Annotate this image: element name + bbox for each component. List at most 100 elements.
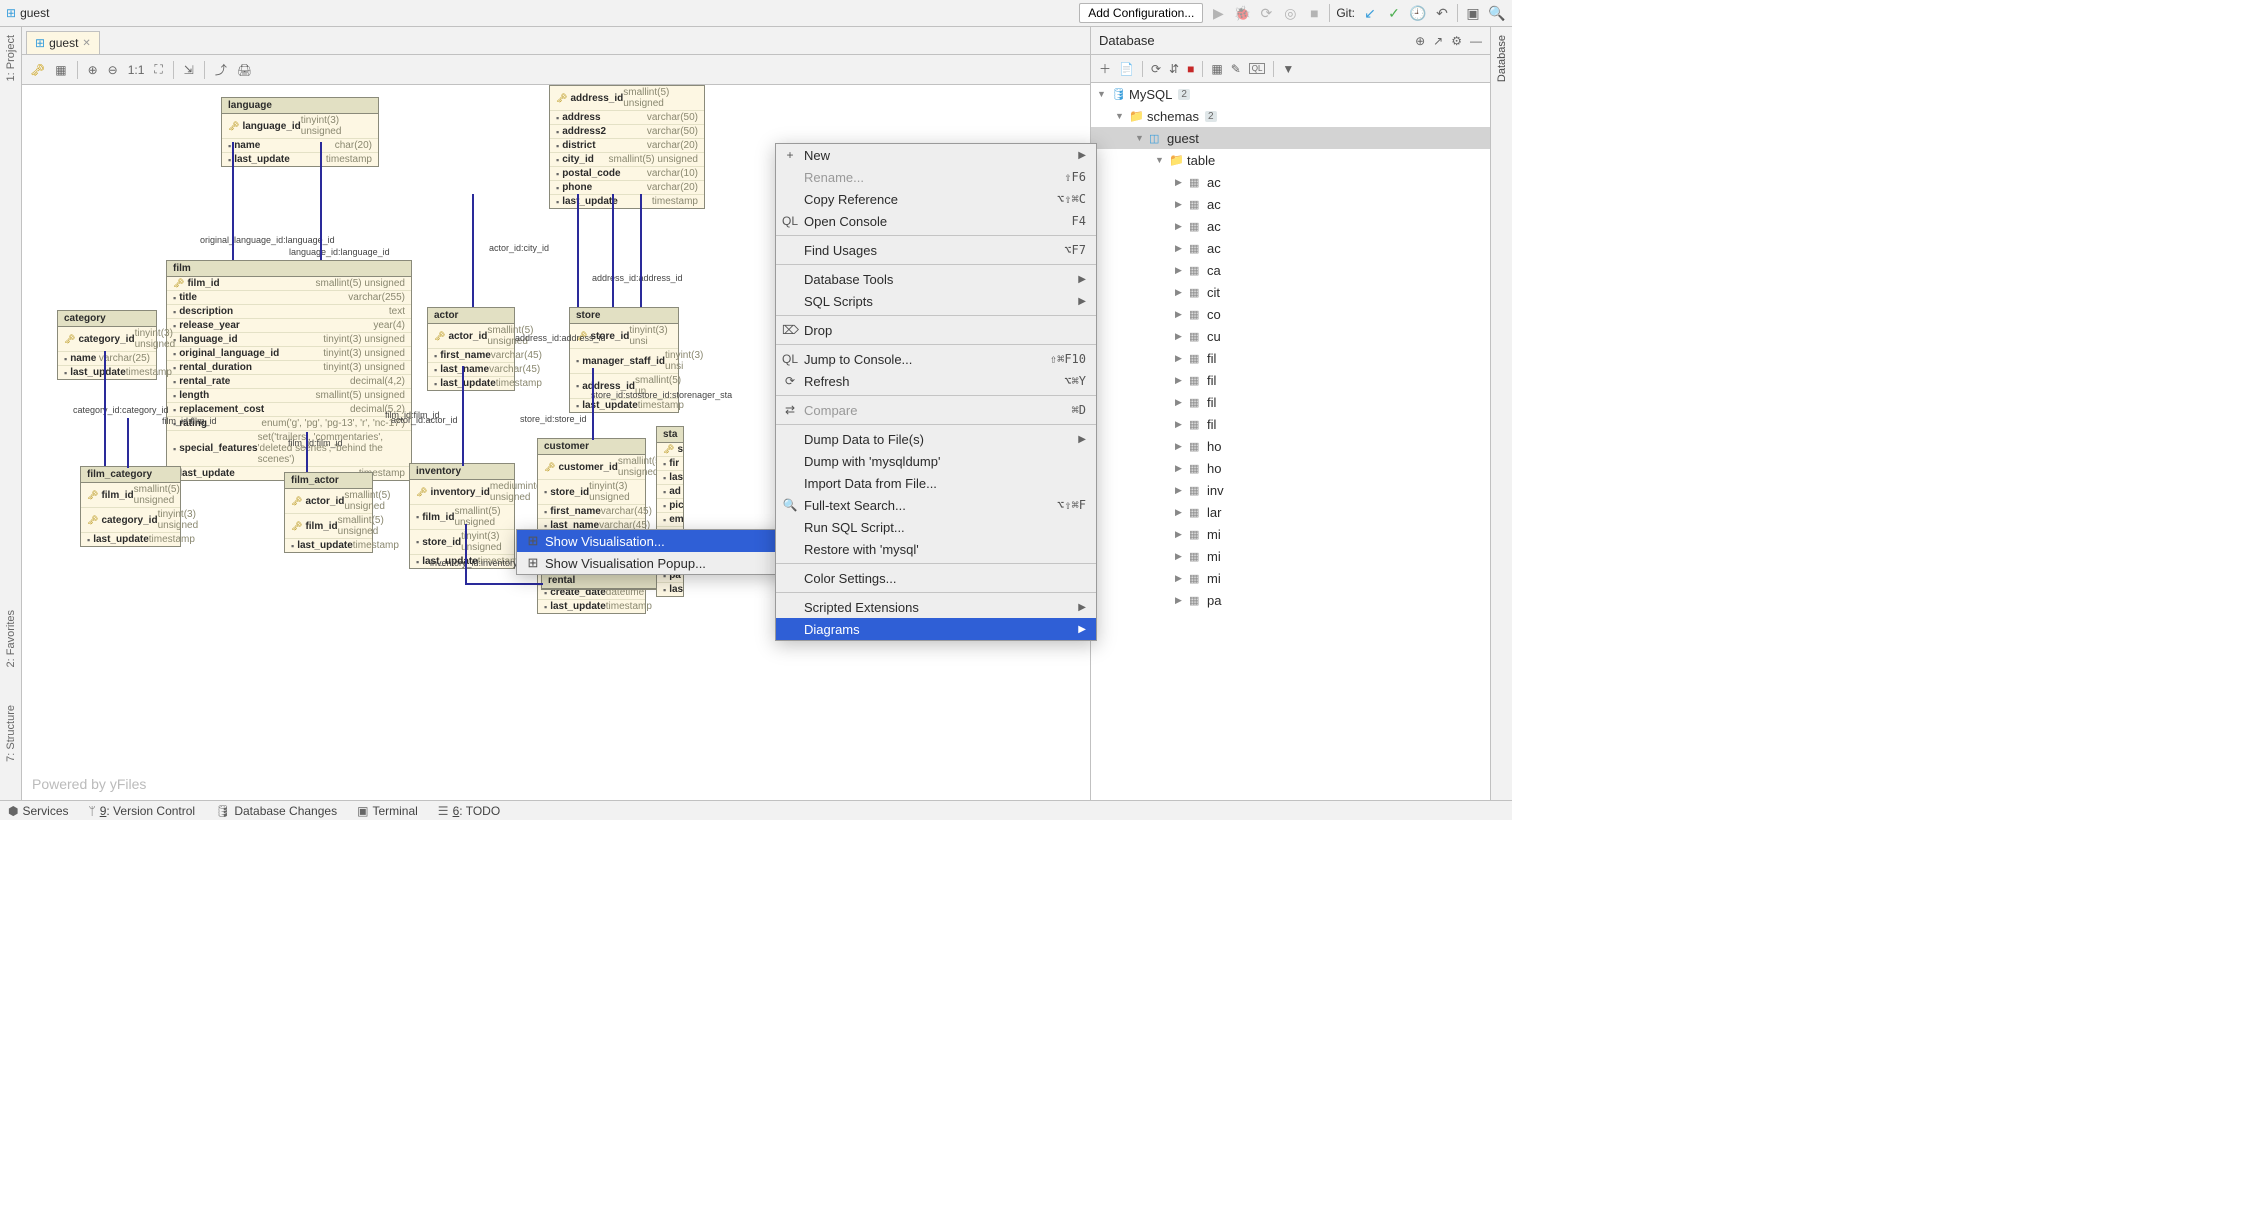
git-history-icon[interactable]: 🕘	[1409, 4, 1427, 22]
chevron-right-icon[interactable]	[1175, 221, 1185, 232]
tree-mysql[interactable]: 🛢 MySQL 2	[1091, 83, 1490, 105]
menu-item[interactable]: Scripted Extensions▶	[776, 596, 1096, 618]
chevron-right-icon[interactable]	[1175, 397, 1185, 408]
filter-icon[interactable]: ▼	[1282, 62, 1294, 76]
menu-item[interactable]: QLOpen ConsoleF4	[776, 210, 1096, 232]
erd-table-category[interactable]: category 🗝category_idtinyint(3) unsigned…	[57, 310, 157, 380]
tree-tables[interactable]: 📁 table	[1091, 149, 1490, 171]
tree-table-item[interactable]: ▦fil	[1091, 369, 1490, 391]
tree-table-item[interactable]: ▦ac	[1091, 237, 1490, 259]
chevron-down-icon[interactable]	[1115, 111, 1125, 121]
tree-table-item[interactable]: ▦ac	[1091, 215, 1490, 237]
menu-item[interactable]: Color Settings...	[776, 567, 1096, 589]
tree-table-item[interactable]: ▦ca	[1091, 259, 1490, 281]
menu-item[interactable]: Diagrams▶	[776, 618, 1096, 640]
tree-schemas[interactable]: 📁 schemas 2	[1091, 105, 1490, 127]
menu-item[interactable]: Dump Data to File(s)▶	[776, 428, 1096, 450]
menu-item[interactable]: Database Tools▶	[776, 268, 1096, 290]
zoom-actual-icon[interactable]: 1:1	[128, 63, 145, 77]
add-icon[interactable]: ＋	[1099, 60, 1111, 77]
menu-item[interactable]: Run SQL Script...	[776, 516, 1096, 538]
erd-table-actor[interactable]: actor 🗝actor_idsmallint(5) unsigned▪firs…	[427, 307, 515, 391]
chevron-right-icon[interactable]	[1175, 507, 1185, 518]
chevron-right-icon[interactable]	[1175, 331, 1185, 342]
debug-icon[interactable]: 🐞	[1233, 4, 1251, 22]
menu-item[interactable]: Import Data from File...	[776, 472, 1096, 494]
tree-table-item[interactable]: ▦ho	[1091, 457, 1490, 479]
bottom-vcs[interactable]: ᛘ9: Version Control	[89, 804, 196, 818]
tab-guest-diagram[interactable]: ⊞ guest ✕	[26, 31, 100, 54]
collapse-icon[interactable]: ↗	[1433, 34, 1443, 48]
chevron-right-icon[interactable]	[1175, 375, 1185, 386]
chevron-right-icon[interactable]	[1175, 199, 1185, 210]
edit-icon[interactable]: ✎	[1231, 62, 1241, 76]
tree-table-item[interactable]: ▦cit	[1091, 281, 1490, 303]
tree-table-item[interactable]: ▦mi	[1091, 567, 1490, 589]
tree-table-item[interactable]: ▦inv	[1091, 479, 1490, 501]
erd-table-language[interactable]: language 🗝language_idtinyint(3) unsigned…	[221, 97, 379, 167]
menu-item[interactable]: SQL Scripts▶	[776, 290, 1096, 312]
bottom-services[interactable]: ⬢Services	[8, 804, 69, 818]
chevron-right-icon[interactable]	[1175, 265, 1185, 276]
database-tree[interactable]: 🛢 MySQL 2 📁 schemas 2 ◫ guest 📁 table ▦a…	[1091, 83, 1490, 800]
bottom-terminal[interactable]: ▣Terminal	[357, 804, 418, 818]
add-configuration-button[interactable]: Add Configuration...	[1079, 3, 1203, 23]
table-view-icon[interactable]: ▦	[1211, 62, 1222, 76]
menu-item[interactable]: ⟳Refresh⌥⌘Y	[776, 370, 1096, 392]
zoom-in-icon[interactable]: ⊕	[88, 63, 98, 77]
print-icon[interactable]: 🖨	[237, 63, 252, 77]
fit-icon[interactable]: ⛶	[154, 62, 162, 77]
chevron-right-icon[interactable]	[1175, 529, 1185, 540]
tab-structure[interactable]: 7: Structure	[5, 701, 17, 766]
ql-icon[interactable]: QL	[1249, 63, 1266, 74]
menu-item[interactable]: 🔍Full-text Search...⌥⇧⌘F	[776, 494, 1096, 516]
sync-icon[interactable]: ⇵	[1169, 62, 1179, 76]
chevron-right-icon[interactable]	[1175, 309, 1185, 320]
chevron-right-icon[interactable]	[1175, 243, 1185, 254]
menu-item[interactable]: Find Usages⌥F7	[776, 239, 1096, 261]
erd-table-film-category[interactable]: film_category 🗝film_idsmallint(5) unsign…	[80, 466, 181, 547]
gear-icon[interactable]: ⚙	[1451, 34, 1462, 48]
menu-item[interactable]: Copy Reference⌥⇧⌘C	[776, 188, 1096, 210]
tree-table-item[interactable]: ▦mi	[1091, 523, 1490, 545]
erd-table-inventory[interactable]: inventory 🗝inventory_idmediumint(8) unsi…	[409, 463, 515, 569]
duplicate-icon[interactable]: 📄	[1119, 62, 1134, 76]
erd-table-address[interactable]: 🗝address_idsmallint(5) unsigned▪addressv…	[549, 85, 705, 209]
chevron-right-icon[interactable]	[1175, 573, 1185, 584]
chevron-right-icon[interactable]	[1175, 353, 1185, 364]
bottom-db-changes[interactable]: 🛢Database Changes	[215, 804, 337, 818]
bottom-todo[interactable]: ☰6: TODO	[438, 804, 500, 818]
tree-table-item[interactable]: ▦ho	[1091, 435, 1490, 457]
tree-guest[interactable]: ◫ guest	[1091, 127, 1490, 149]
chevron-right-icon[interactable]	[1175, 441, 1185, 452]
tree-table-item[interactable]: ▦fil	[1091, 347, 1490, 369]
context-menu[interactable]: +New▶Rename...⇧F6Copy Reference⌥⇧⌘CQLOpe…	[775, 143, 1097, 641]
coverage-icon[interactable]: ⟳	[1257, 4, 1275, 22]
erd-table-film-actor[interactable]: film_actor 🗝actor_idsmallint(5) unsigned…	[284, 472, 373, 553]
undo-icon[interactable]: ↶	[1433, 4, 1451, 22]
tree-table-item[interactable]: ▦cu	[1091, 325, 1490, 347]
tree-table-item[interactable]: ▦co	[1091, 303, 1490, 325]
tab-project[interactable]: 1: Project	[5, 31, 17, 85]
chevron-right-icon[interactable]	[1175, 485, 1185, 496]
zoom-out-icon[interactable]: ⊖	[108, 63, 118, 77]
layout-icon[interactable]: ⇲	[184, 63, 194, 77]
grid-icon[interactable]: ▦	[55, 63, 66, 77]
tree-table-item[interactable]: ▦lar	[1091, 501, 1490, 523]
tree-table-item[interactable]: ▦ac	[1091, 193, 1490, 215]
refresh-icon[interactable]: ⟳	[1151, 62, 1161, 76]
chevron-right-icon[interactable]	[1175, 595, 1185, 606]
git-pull-icon[interactable]: ↙	[1361, 4, 1379, 22]
tree-table-item[interactable]: ▦pa	[1091, 589, 1490, 611]
git-commit-icon[interactable]: ✓	[1385, 4, 1403, 22]
tree-table-item[interactable]: ▦fil	[1091, 391, 1490, 413]
chevron-right-icon[interactable]	[1175, 551, 1185, 562]
stop-icon[interactable]: ■	[1187, 62, 1194, 76]
export-icon[interactable]: ⤴	[215, 61, 227, 78]
profile-icon[interactable]: ◎	[1281, 4, 1299, 22]
chevron-right-icon[interactable]	[1175, 287, 1185, 298]
target-icon[interactable]: ⊕	[1415, 34, 1425, 48]
menu-item[interactable]: Dump with 'mysqldump'	[776, 450, 1096, 472]
chevron-right-icon[interactable]	[1175, 463, 1185, 474]
close-icon[interactable]: ✕	[82, 38, 90, 49]
